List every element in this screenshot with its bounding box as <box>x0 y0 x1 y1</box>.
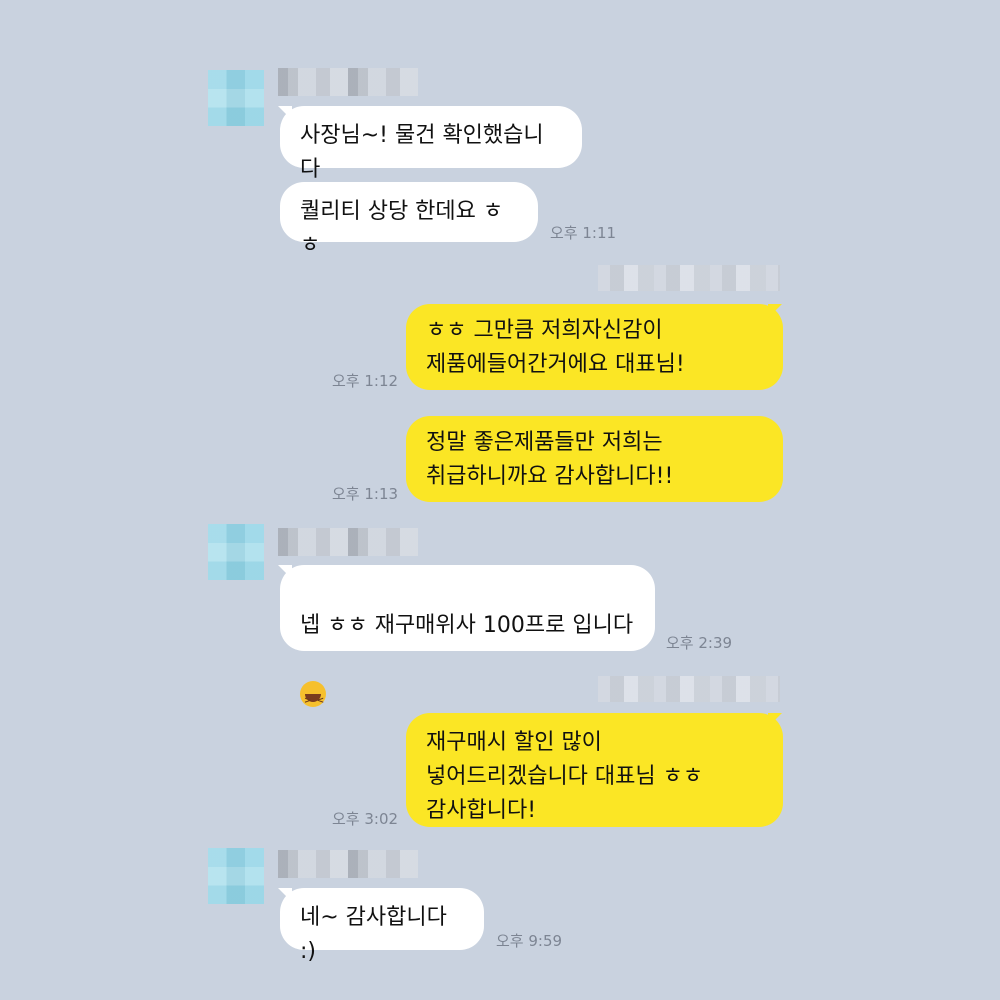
contact-name-blurred <box>278 850 418 878</box>
message-timestamp: 오후 9:59 <box>496 932 563 950</box>
contact-name-blurred <box>278 528 418 556</box>
message-timestamp: 오후 2:39 <box>666 634 733 652</box>
message-bubble-incoming[interactable]: 네~ 감사합니다 :) <box>280 888 484 964</box>
message-bubble-outgoing[interactable]: 재구매시 할인 많이 넣어드리겠습니다 대표님 ㅎㅎ 감사합니다! <box>406 713 783 827</box>
message-bubble-incoming[interactable]: 사장님~! 물건 확인했습니다 <box>280 106 582 182</box>
sender-label-blurred <box>598 265 780 291</box>
message-bubble-incoming[interactable]: 퀄리티 상당 한데요 ㅎㅎ <box>280 182 538 258</box>
message-timestamp: 오후 1:13 <box>332 485 399 503</box>
message-text: 넵 ㅎㅎ 재구매위사 100프로 입니다 <box>300 613 634 638</box>
sender-label-blurred <box>598 676 780 702</box>
laughing-emoji-icon <box>300 681 326 718</box>
bubble-tail <box>768 304 782 318</box>
message-timestamp: 오후 1:12 <box>332 372 399 390</box>
message-bubble-outgoing[interactable]: 정말 좋은제품들만 저희는 취급하니까요 감사합니다!! <box>406 416 783 502</box>
message-timestamp: 오후 3:02 <box>332 810 399 828</box>
message-timestamp: 오후 1:11 <box>550 224 617 242</box>
message-bubble-outgoing[interactable]: ㅎㅎ 그만큼 저희자신감이 제품에들어간거에요 대표님! <box>406 304 783 390</box>
contact-name-blurred <box>278 68 418 96</box>
contact-avatar[interactable] <box>208 70 264 126</box>
message-bubble-incoming[interactable]: 넵 ㅎㅎ 재구매위사 100프로 입니다 <box>280 565 655 718</box>
contact-avatar[interactable] <box>208 848 264 904</box>
bubble-tail <box>768 713 782 727</box>
contact-avatar[interactable] <box>208 524 264 580</box>
